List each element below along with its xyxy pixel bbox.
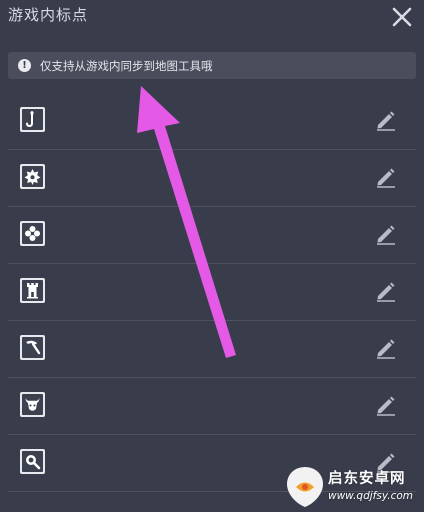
list-item[interactable] (8, 93, 416, 150)
pencil-icon (377, 225, 395, 245)
exclamation-icon: ! (18, 59, 31, 72)
pickaxe-icon (20, 335, 45, 360)
close-button[interactable] (388, 4, 416, 30)
list-item[interactable] (8, 150, 416, 207)
app-logo-icon (287, 467, 323, 507)
page-title: 游戏内标点 (8, 6, 89, 24)
pencil-icon (377, 111, 395, 131)
list-item[interactable] (8, 264, 416, 321)
list-item[interactable] (8, 207, 416, 264)
edit-button[interactable] (374, 165, 398, 189)
magnifier-icon (20, 449, 45, 474)
watermark-url: www.qdjfsy.com (328, 490, 414, 502)
marker-list (8, 93, 416, 492)
close-icon (392, 7, 412, 27)
watermark-logo: 启东安卓网 www.qdjfsy.com (282, 462, 424, 512)
sync-notice-banner: ! 仅支持从游戏内同步到地图工具哦 (8, 52, 416, 79)
fishing-hook-icon (20, 107, 45, 132)
list-item[interactable] (8, 378, 416, 435)
star-gear-icon (20, 164, 45, 189)
notice-text: 仅支持从游戏内同步到地图工具哦 (40, 58, 213, 73)
edit-button[interactable] (374, 108, 398, 132)
bull-head-icon (20, 392, 45, 417)
list-item[interactable] (8, 321, 416, 378)
tower-icon (20, 278, 45, 303)
pencil-icon (377, 282, 395, 302)
pencil-icon (377, 168, 395, 188)
flower-icon (20, 221, 45, 246)
edit-button[interactable] (374, 336, 398, 360)
edit-button[interactable] (374, 279, 398, 303)
edit-button[interactable] (374, 393, 398, 417)
game-markers-panel: 游戏内标点 ! 仅支持从游戏内同步到地图工具哦 启东安卓网 www.qdjfsy… (0, 0, 424, 512)
pencil-icon (377, 339, 395, 359)
pencil-icon (377, 396, 395, 416)
watermark-brand: 启东安卓网 (328, 471, 406, 487)
edit-button[interactable] (374, 222, 398, 246)
